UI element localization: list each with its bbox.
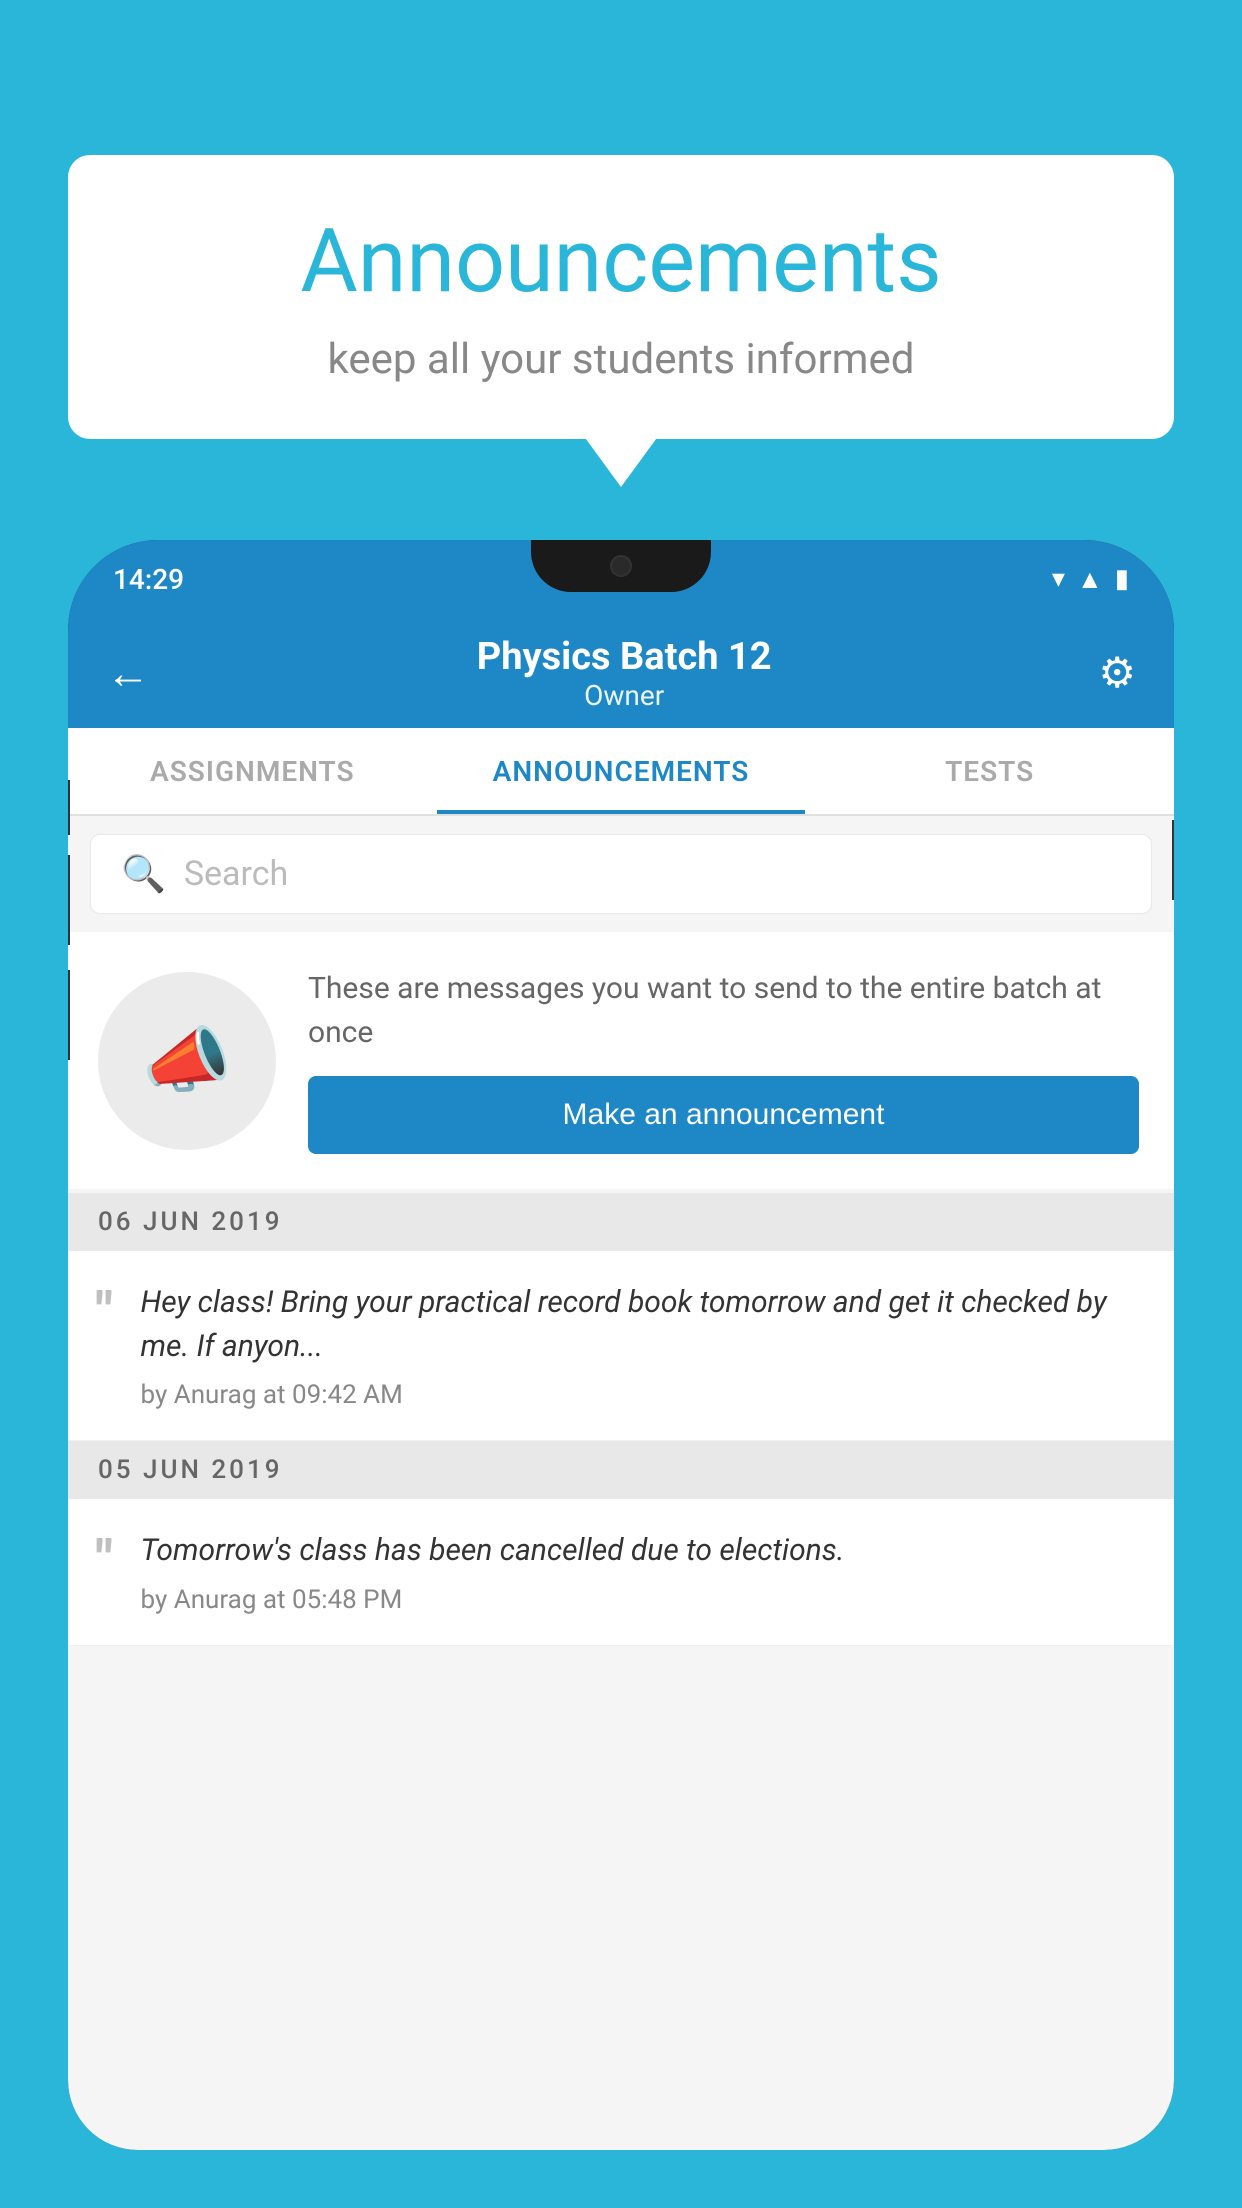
announcement-message-2: Tomorrow's class has been cancelled due …	[141, 1529, 1144, 1573]
header-title-group: Physics Batch 12 Owner	[477, 635, 772, 712]
camera	[610, 555, 632, 577]
phone-content: 🔍 Search 📣 These are messages you want t…	[68, 816, 1174, 2150]
announcement-text-group-2: Tomorrow's class has been cancelled due …	[141, 1529, 1144, 1615]
announcement-meta-2: by Anurag at 05:48 PM	[141, 1585, 1144, 1615]
speech-bubble-title: Announcements	[128, 210, 1114, 313]
promo-icon-circle: 📣	[98, 972, 276, 1150]
app-header: ← Physics Batch 12 Owner ⚙	[68, 618, 1174, 728]
megaphone-icon: 📣	[142, 1018, 232, 1103]
signal-icon: ▲	[1077, 564, 1103, 595]
phone-outer: 14:29 ▾ ▲ ▮ ← Physics Batch 12 Owner ⚙ A…	[68, 540, 1174, 2150]
tab-tests[interactable]: TESTS	[805, 728, 1174, 814]
tab-announcements[interactable]: ANNOUNCEMENTS	[437, 728, 806, 814]
promo-right: These are messages you want to send to t…	[308, 967, 1139, 1154]
date-separator-1: 06 JUN 2019	[68, 1193, 1174, 1251]
wifi-icon: ▾	[1052, 564, 1065, 594]
announcement-item-2[interactable]: " Tomorrow's class has been cancelled du…	[68, 1499, 1174, 1646]
speech-bubble-container: Announcements keep all your students inf…	[68, 155, 1174, 439]
side-button-vol-down	[68, 855, 70, 945]
announcement-text-group-1: Hey class! Bring your practical record b…	[141, 1281, 1144, 1410]
search-icon: 🔍	[121, 853, 166, 895]
speech-bubble: Announcements keep all your students inf…	[68, 155, 1174, 439]
announcement-promo: 📣 These are messages you want to send to…	[68, 932, 1174, 1189]
quote-icon-1: "	[96, 1286, 113, 1338]
tab-assignments[interactable]: ASSIGNMENTS	[68, 728, 437, 814]
promo-description: These are messages you want to send to t…	[308, 967, 1139, 1054]
header-subtitle: Owner	[477, 679, 772, 712]
phone-mockup: 14:29 ▾ ▲ ▮ ← Physics Batch 12 Owner ⚙ A…	[68, 540, 1174, 2208]
announcement-item-1[interactable]: " Hey class! Bring your practical record…	[68, 1251, 1174, 1441]
speech-bubble-subtitle: keep all your students informed	[128, 335, 1114, 384]
announcement-meta-1: by Anurag at 09:42 AM	[141, 1380, 1144, 1410]
side-button-extra	[68, 970, 70, 1060]
side-button-power	[1172, 820, 1174, 900]
settings-icon[interactable]: ⚙	[1098, 648, 1136, 698]
quote-icon-2: "	[96, 1534, 113, 1586]
status-time: 14:29	[113, 563, 184, 596]
search-placeholder-text: Search	[184, 854, 288, 894]
announcement-message-1: Hey class! Bring your practical record b…	[141, 1281, 1144, 1368]
date-separator-2: 05 JUN 2019	[68, 1441, 1174, 1499]
make-announcement-button[interactable]: Make an announcement	[308, 1076, 1139, 1154]
search-bar[interactable]: 🔍 Search	[90, 834, 1152, 914]
status-icons: ▾ ▲ ▮	[1052, 564, 1129, 595]
back-button[interactable]: ←	[106, 647, 150, 699]
notch	[531, 540, 711, 592]
tabs-bar: ASSIGNMENTS ANNOUNCEMENTS TESTS	[68, 728, 1174, 816]
status-bar: 14:29 ▾ ▲ ▮	[68, 540, 1174, 618]
battery-icon: ▮	[1115, 564, 1129, 594]
header-title: Physics Batch 12	[477, 635, 772, 679]
